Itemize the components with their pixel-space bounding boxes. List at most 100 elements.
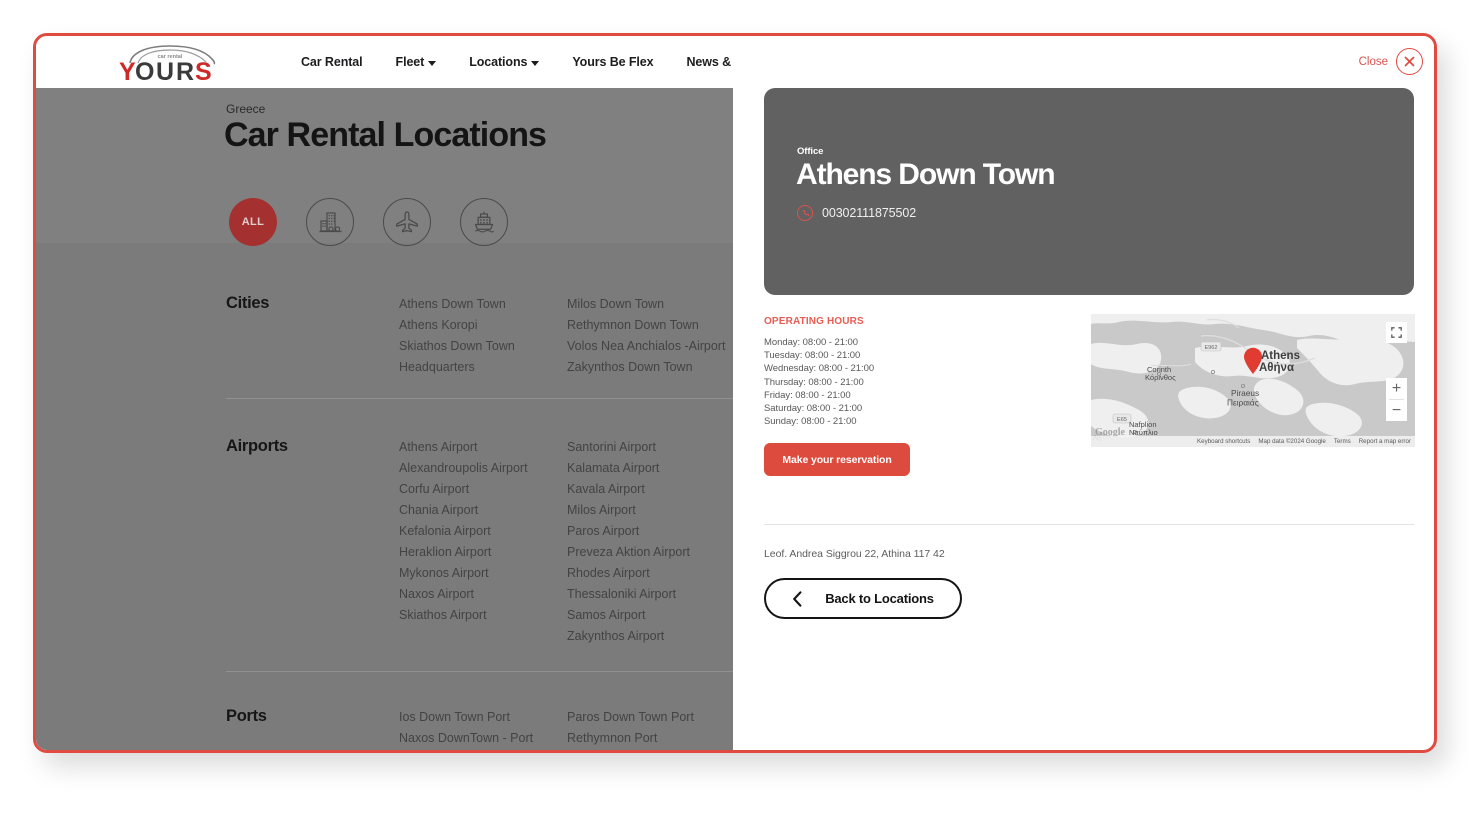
location-detail-panel: Close Office Athens Down Town 0030211187… [733, 36, 1437, 753]
svg-text:Πειραιάς: Πειραιάς [1227, 398, 1259, 408]
nav-item-locations[interactable]: Locations [469, 55, 539, 69]
svg-text:R: R [176, 58, 194, 85]
chevron-left-icon [792, 591, 803, 607]
location-section-label: Airports [226, 437, 288, 456]
operating-hours-line: Thursday: 08:00 - 21:00 [764, 376, 1084, 389]
nav-item-fleet[interactable]: Fleet [396, 55, 437, 69]
back-to-locations-button[interactable]: Back to Locations [764, 578, 962, 619]
buildings-icon [318, 210, 343, 235]
location-list-item[interactable]: Milos Airport [567, 500, 690, 521]
location-list-item[interactable]: Kefalonia Airport [399, 521, 528, 542]
map-attribution-item[interactable]: Keyboard shortcuts [1197, 438, 1250, 445]
location-column-1: Athens Down TownAthens KoropiSkiathos Do… [399, 294, 515, 378]
office-phone-number: 00302111875502 [822, 206, 916, 220]
operating-hours-line: Saturday: 08:00 - 21:00 [764, 402, 1084, 415]
airplane-icon [394, 209, 420, 235]
phone-icon [797, 205, 813, 221]
map-attribution-item[interactable]: Terms [1334, 438, 1351, 445]
location-list-item[interactable]: Skiathos Airport [399, 605, 528, 626]
location-list-item[interactable]: Skiathos Down Town [399, 336, 515, 357]
location-list-item[interactable]: Naxos Airport [399, 584, 528, 605]
operating-hours-line: Wednesday: 08:00 - 21:00 [764, 362, 1084, 375]
filter-airports-button[interactable] [383, 198, 431, 246]
location-list-item[interactable]: Rethymnon Port [567, 728, 694, 749]
chevron-down-icon [531, 61, 539, 66]
operating-hours-title: OPERATING HOURS [764, 316, 1084, 327]
location-list-item[interactable]: Kalamata Airport [567, 458, 690, 479]
location-list-item[interactable]: Kavala Airport [567, 479, 690, 500]
location-list-item[interactable]: Rethymnon Down Town [567, 315, 725, 336]
map-fullscreen-button[interactable] [1386, 322, 1407, 343]
location-map[interactable]: E962 E65 Athens Αθήνα Piraeus Πειραιάς C… [1091, 314, 1415, 447]
location-column-2: Paros Down Town PortRethymnon PortSamos … [567, 707, 694, 753]
filter-ports-button[interactable] [460, 198, 508, 246]
location-list-item[interactable]: Athens Down Town [399, 294, 515, 315]
operating-hours-list: Monday: 08:00 - 21:00Tuesday: 08:00 - 21… [764, 336, 1084, 428]
svg-text:Athens: Athens [1261, 350, 1300, 362]
location-section-label: Ports [226, 707, 267, 726]
map-zoom-out-button[interactable]: − [1386, 400, 1407, 421]
location-list-item[interactable]: Alexandroupolis Airport [399, 458, 528, 479]
map-zoom-in-button[interactable]: + [1386, 378, 1407, 399]
location-section-label: Cities [226, 294, 269, 313]
location-list-item[interactable]: Ios Down Town Port [399, 707, 533, 728]
operating-hours-line: Sunday: 08:00 - 21:00 [764, 415, 1084, 428]
location-list-item[interactable]: Samos Airport [567, 605, 690, 626]
location-list-item[interactable]: Samos Vathi Port [567, 749, 694, 753]
map-location-pin [1243, 347, 1263, 375]
svg-text:Piraeus: Piraeus [1231, 388, 1259, 398]
location-list-item[interactable]: Athens Koropi [399, 315, 515, 336]
filter-all-label: ALL [242, 216, 265, 228]
location-list-item[interactable]: Preveza Aktion Airport [567, 542, 690, 563]
location-list-item[interactable]: Milos Down Town [567, 294, 725, 315]
location-list-item[interactable]: Naxos DownTown - Port [399, 728, 533, 749]
filter-cities-button[interactable] [306, 198, 354, 246]
office-phone-row[interactable]: 00302111875502 [797, 205, 916, 221]
map-attribution-item[interactable]: Report a map error [1359, 438, 1411, 445]
location-list-item[interactable]: Mykonos Airport [399, 563, 528, 584]
location-list-item[interactable]: Athens Airport [399, 437, 528, 458]
map-zoom-controls: + − [1386, 378, 1407, 421]
site-logo[interactable]: car rental Y O U R S [118, 41, 223, 85]
location-list-item[interactable]: Thessaloniki Airport [567, 584, 690, 605]
location-column-2: Santorini AirportKalamata AirportKavala … [567, 437, 690, 647]
office-hero-card: Office Athens Down Town 00302111875502 [764, 88, 1414, 295]
panel-divider [764, 524, 1414, 525]
svg-text:E962: E962 [1204, 345, 1217, 351]
nav-item-label: Fleet [396, 55, 425, 69]
svg-text:Y: Y [119, 58, 136, 85]
nav-item-yours-be-flex[interactable]: Yours Be Flex [572, 55, 653, 69]
location-list-item[interactable]: Paros Airport [567, 521, 690, 542]
location-list-item[interactable]: Rhodes Airport [567, 563, 690, 584]
page-title: Car Rental Locations [224, 116, 546, 155]
nav-item-label: Yours Be Flex [572, 55, 653, 69]
location-list-item[interactable]: Heraklion Airport [399, 542, 528, 563]
location-list-item[interactable]: Santorini Airport [567, 437, 690, 458]
make-reservation-button[interactable]: Make your reservation [764, 443, 910, 476]
close-panel-button[interactable]: Close [1359, 48, 1423, 75]
operating-hours-block: OPERATING HOURS Monday: 08:00 - 21:00Tue… [764, 316, 1084, 428]
location-list-item[interactable]: Paros Down Town Port [567, 707, 694, 728]
svg-text:O: O [135, 58, 154, 85]
location-type-filters: ALL [229, 198, 508, 246]
svg-text:U: U [156, 58, 174, 85]
filter-all-button[interactable]: ALL [229, 198, 277, 246]
location-list-item[interactable]: Chania Airport [399, 500, 528, 521]
nav-item-car-rental[interactable]: Car Rental [301, 55, 363, 69]
map-attribution-bar: Keyboard shortcuts Map data ©2024 Google T… [1091, 436, 1415, 447]
location-list-item[interactable]: Headquarters [399, 357, 515, 378]
map-attribution-item[interactable]: Map data ©2024 Google [1258, 438, 1326, 445]
operating-hours-line: Friday: 08:00 - 21:00 [764, 389, 1084, 402]
nav-item-label: Car Rental [301, 55, 363, 69]
close-icon [1396, 48, 1423, 75]
location-list-item[interactable]: Volos Nea Anchialos -Airport [567, 336, 725, 357]
svg-text:E65: E65 [1117, 417, 1127, 423]
location-list-item[interactable]: Corfu Airport [399, 479, 528, 500]
page-eyebrow: Greece [226, 102, 265, 116]
chevron-down-icon [428, 61, 436, 66]
fullscreen-icon [1391, 327, 1402, 338]
close-label: Close [1359, 56, 1388, 68]
location-column-1: Ios Down Town PortNaxos DownTown - Port [399, 707, 533, 749]
location-list-item[interactable]: Zakynthos Down Town [567, 357, 725, 378]
location-list-item[interactable]: Zakynthos Airport [567, 626, 690, 647]
